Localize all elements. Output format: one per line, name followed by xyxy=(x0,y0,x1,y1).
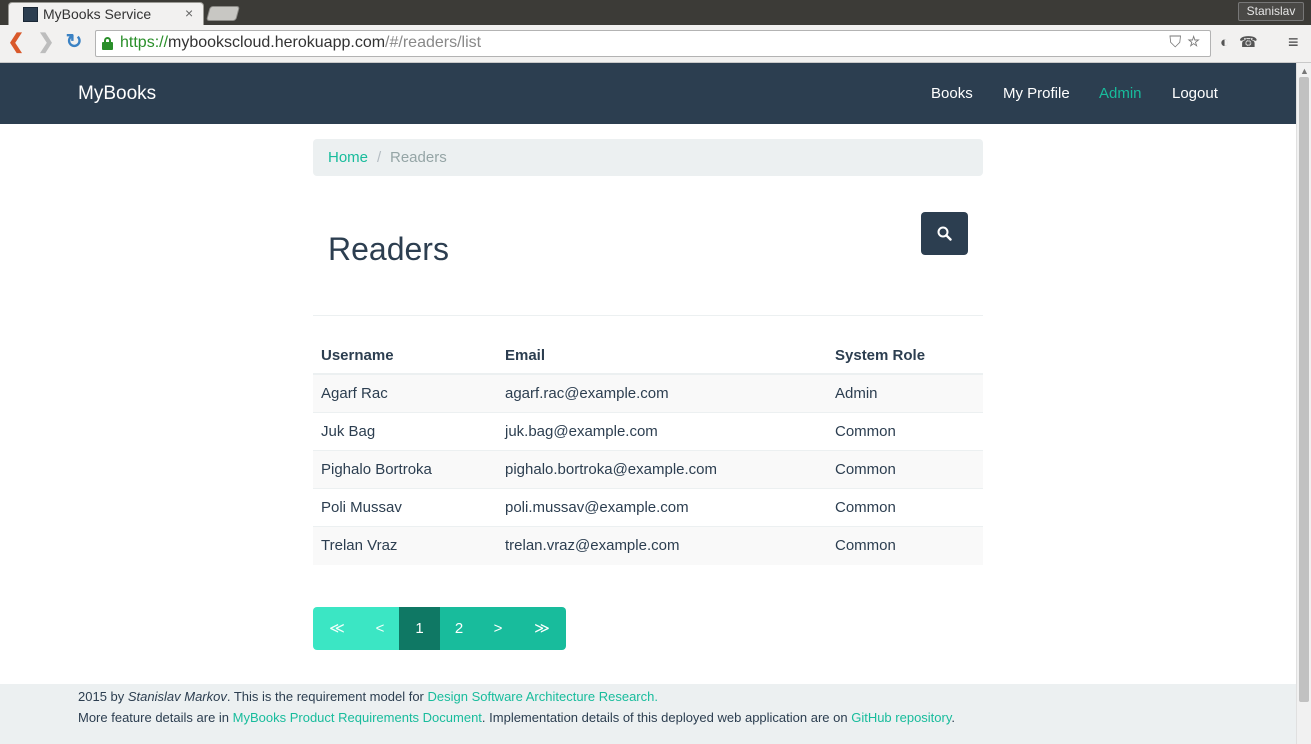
browser-tabstrip: MyBooks Service × Stanislav xyxy=(0,0,1311,25)
search-button[interactable] xyxy=(921,212,968,255)
email-cell: agarf.rac@example.com xyxy=(505,385,669,402)
role-cell: Common xyxy=(835,499,896,516)
footer-details: More feature details are in MyBooks Prod… xyxy=(78,710,956,725)
email-cell: trelan.vraz@example.com xyxy=(505,537,680,554)
table-row[interactable]: Pighalo Bortroka pighalo.bortroka@exampl… xyxy=(313,451,983,489)
pagination-next-button[interactable]: > xyxy=(478,607,518,650)
site-navbar: MyBooks Books My Profile Admin Logout xyxy=(0,63,1296,124)
pagination-page-1[interactable]: 1 xyxy=(399,607,440,650)
footer-prd-link[interactable]: MyBooks Product Requirements Document xyxy=(233,710,482,725)
profile-button[interactable]: Stanislav xyxy=(1238,2,1304,21)
column-header-system-role: System Role xyxy=(835,347,926,364)
page-viewport: MyBooks Books My Profile Admin Logout Ho… xyxy=(0,63,1296,744)
footer-credits: 2015 by Stanislav Markov. This is the re… xyxy=(78,689,658,704)
footer-github-link[interactable]: GitHub repository xyxy=(851,710,951,725)
nav-link-books[interactable]: Books xyxy=(931,85,973,102)
nav-link-logout[interactable]: Logout xyxy=(1172,85,1218,102)
role-cell: Admin xyxy=(835,385,878,402)
nav-link-my-profile[interactable]: My Profile xyxy=(1003,85,1070,102)
extension-icons[interactable]: ◐☎ xyxy=(1220,33,1268,51)
reload-icon[interactable]: ↻ xyxy=(64,32,84,53)
username-cell: Agarf Rac xyxy=(321,385,388,402)
page-title: Readers xyxy=(328,231,449,267)
breadcrumb-home-link[interactable]: Home xyxy=(328,149,368,166)
close-tab-icon[interactable]: × xyxy=(185,5,193,21)
email-cell: pighalo.bortroka@example.com xyxy=(505,461,717,478)
scrollbar-thumb[interactable] xyxy=(1299,77,1309,702)
tab-title: MyBooks Service xyxy=(43,6,152,22)
footer-author: Stanislav Markov xyxy=(127,689,227,704)
breadcrumb: Home / Readers xyxy=(313,139,983,176)
username-cell: Poli Mussav xyxy=(321,499,402,516)
brand-link[interactable]: MyBooks xyxy=(78,83,156,105)
username-cell: Juk Bag xyxy=(321,423,376,440)
pagination-first-button[interactable]: ≪ xyxy=(313,607,361,650)
username-cell: Pighalo Bortroka xyxy=(321,461,432,478)
role-cell: Common xyxy=(835,423,896,440)
breadcrumb-current: Readers xyxy=(390,149,447,166)
pagination: ≪ < 1 2 > ≫ xyxy=(313,607,566,650)
scroll-up-arrow-icon[interactable]: ▲ xyxy=(1300,66,1309,76)
divider xyxy=(313,315,983,316)
browser-toolbar: ❮ ❯ ↻ https://mybookscloud.herokuapp.com… xyxy=(0,25,1311,63)
back-arrow-icon[interactable]: ❮ xyxy=(6,32,26,53)
pagination-last-button[interactable]: ≫ xyxy=(518,607,566,650)
table-row[interactable]: Juk Bag juk.bag@example.com Common xyxy=(313,413,983,451)
lock-icon xyxy=(102,37,113,50)
role-cell: Common xyxy=(835,537,896,554)
search-icon xyxy=(937,226,952,241)
new-tab-button[interactable] xyxy=(205,6,241,21)
column-header-username: Username xyxy=(321,347,394,364)
table-row[interactable]: Poli Mussav poli.mussav@example.com Comm… xyxy=(313,489,983,527)
url-text[interactable]: https://mybookscloud.herokuapp.com/#/rea… xyxy=(120,34,481,52)
browser-tab[interactable]: MyBooks Service × xyxy=(8,2,204,25)
table-row[interactable]: Trelan Vraz trelan.vraz@example.com Comm… xyxy=(313,527,983,565)
email-cell: poli.mussav@example.com xyxy=(505,499,689,516)
pagination-page-2[interactable]: 2 xyxy=(440,607,478,650)
browser-menu-icon[interactable]: ≡ xyxy=(1288,32,1299,53)
pagination-prev-button[interactable]: < xyxy=(361,607,399,650)
column-header-email: Email xyxy=(505,347,546,364)
username-cell: Trelan Vraz xyxy=(321,537,398,554)
bookmark-star-icon[interactable]: ⛉☆ xyxy=(1169,34,1206,52)
page-scrollbar[interactable]: ▲ xyxy=(1296,63,1311,744)
table-row[interactable]: Agarf Rac agarf.rac@example.com Admin xyxy=(313,375,983,413)
forward-arrow-icon[interactable]: ❯ xyxy=(36,32,56,53)
favicon-icon xyxy=(23,7,38,22)
footer-research-link[interactable]: Design Software Architecture Research. xyxy=(427,689,658,704)
breadcrumb-separator: / xyxy=(377,149,382,166)
role-cell: Common xyxy=(835,461,896,478)
table-header-row: Username Email System Role xyxy=(313,337,983,375)
nav-link-admin[interactable]: Admin xyxy=(1099,85,1142,102)
email-cell: juk.bag@example.com xyxy=(505,423,658,440)
site-footer: 2015 by Stanislav Markov. This is the re… xyxy=(0,684,1296,744)
address-bar[interactable]: https://mybookscloud.herokuapp.com/#/rea… xyxy=(95,30,1211,57)
readers-table: Username Email System Role Agarf Rac aga… xyxy=(313,337,983,565)
